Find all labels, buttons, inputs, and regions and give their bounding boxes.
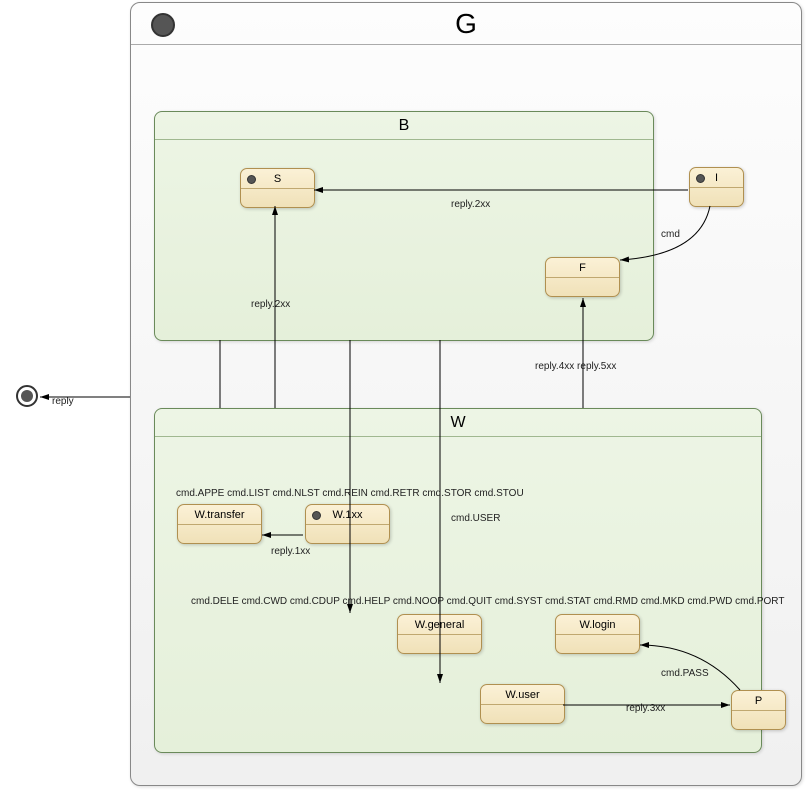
region-W: W W.transfer W.1xx W.general W.login bbox=[154, 408, 762, 753]
edge-label-cmd-IF: cmd bbox=[661, 229, 680, 240]
state-W-transfer-header: W.transfer bbox=[178, 505, 261, 525]
state-F-header: F bbox=[546, 258, 619, 278]
state-W-1xx-header: W.1xx bbox=[306, 505, 389, 525]
state-G-title: G bbox=[455, 8, 477, 40]
state-W-login-header: W.login bbox=[556, 615, 639, 635]
edge-label-reply3xx: reply.3xx bbox=[626, 703, 665, 714]
state-I-header: I bbox=[690, 168, 743, 188]
region-B-header: B bbox=[155, 112, 653, 140]
edge-label-reply1xx: reply.1xx bbox=[271, 546, 310, 557]
state-W-login: W.login bbox=[555, 614, 640, 654]
final-state bbox=[16, 385, 38, 407]
state-I-label: I bbox=[715, 172, 718, 184]
state-G: G B S F I W bbox=[130, 2, 802, 786]
state-W-transfer: W.transfer bbox=[177, 504, 262, 544]
state-I: I bbox=[689, 167, 744, 207]
state-F-label: F bbox=[579, 262, 586, 274]
edge-label-reply-out: reply bbox=[52, 396, 74, 407]
state-G-header: G bbox=[131, 3, 801, 45]
state-S: S bbox=[240, 168, 315, 208]
state-W-general: W.general bbox=[397, 614, 482, 654]
state-W-login-label: W.login bbox=[579, 619, 615, 631]
edge-label-transferCmds: cmd.APPE cmd.LIST cmd.NLST cmd.REIN cmd.… bbox=[176, 488, 524, 499]
initial-dot-W1xx bbox=[312, 511, 321, 520]
edge-label-reply2xx-IS: reply.2xx bbox=[451, 199, 490, 210]
state-P-label: P bbox=[755, 695, 762, 707]
state-P: P bbox=[731, 690, 786, 730]
initial-dot-S bbox=[247, 175, 256, 184]
state-W-user-label: W.user bbox=[505, 689, 539, 701]
edge-label-cmdUSER: cmd.USER bbox=[451, 513, 500, 524]
region-B: B S F bbox=[154, 111, 654, 341]
initial-dot-G bbox=[151, 13, 175, 37]
state-W-general-header: W.general bbox=[398, 615, 481, 635]
edge-label-generalCmds: cmd.DELE cmd.CWD cmd.CDUP cmd.HELP cmd.N… bbox=[191, 596, 784, 607]
region-W-header: W bbox=[155, 409, 761, 437]
region-B-title: B bbox=[399, 117, 410, 135]
initial-dot-I bbox=[696, 174, 705, 183]
state-P-header: P bbox=[732, 691, 785, 711]
state-F: F bbox=[545, 257, 620, 297]
state-S-label: S bbox=[274, 173, 281, 185]
state-W-1xx: W.1xx bbox=[305, 504, 390, 544]
state-W-general-label: W.general bbox=[415, 619, 465, 631]
edge-label-cmdPASS: cmd.PASS bbox=[661, 668, 709, 679]
edge-label-reply2xx-BS: reply.2xx bbox=[251, 299, 290, 310]
edge-label-reply45xx: reply.4xx reply.5xx bbox=[535, 361, 616, 372]
state-W-user: W.user bbox=[480, 684, 565, 724]
state-S-header: S bbox=[241, 169, 314, 189]
state-W-1xx-label: W.1xx bbox=[333, 509, 363, 521]
state-W-user-header: W.user bbox=[481, 685, 564, 705]
region-W-title: W bbox=[450, 414, 465, 432]
state-W-transfer-label: W.transfer bbox=[194, 509, 244, 521]
